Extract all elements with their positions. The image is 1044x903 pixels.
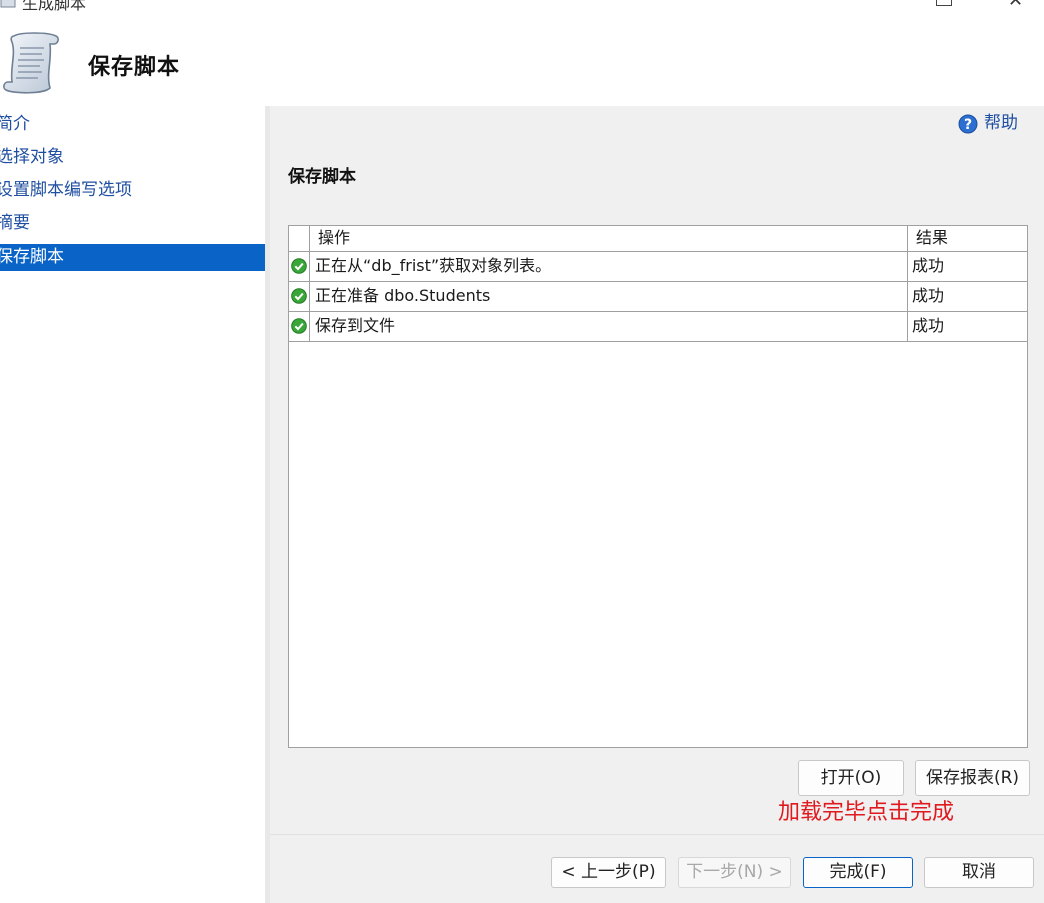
annotation-note: 加载完毕点击完成 [778, 800, 955, 825]
column-header-action: 操作 [310, 226, 908, 251]
sidebar-item-save-script[interactable]: 保存脚本 [0, 244, 265, 271]
success-check-icon [291, 288, 307, 304]
sidebar-item-scripting-options[interactable]: 设置脚本编写选项 [0, 177, 265, 204]
results-table: 操作 结果 正在从“db_frist”获取对象列表。 成功 正在准备 dbo.S… [288, 225, 1028, 748]
page-title: 保存脚本 [88, 55, 181, 80]
table-row: 正在从“db_frist”获取对象列表。 成功 [289, 252, 1027, 282]
help-label: 帮助 [984, 113, 1018, 133]
sidebar-item-label: 选择对象 [0, 147, 64, 167]
app-icon [0, 0, 16, 8]
wizard-footer: < 上一步(P) 下一步(N) > 完成(F) 取消 [270, 834, 1044, 903]
row-result: 成功 [912, 256, 945, 275]
sidebar-item-intro[interactable]: 简介 [0, 111, 265, 138]
table-header: 操作 结果 [289, 226, 1027, 252]
close-button[interactable]: ✕ [1008, 0, 1023, 11]
table-row: 保存到文件 成功 [289, 312, 1027, 342]
help-icon: ? [958, 114, 978, 134]
sidebar-item-label: 摘要 [0, 213, 30, 233]
wizard-header: 保存脚本 [0, 12, 1044, 106]
sidebar-item-label: 简介 [0, 114, 30, 134]
row-action: 正在准备 dbo.Students [310, 282, 908, 311]
row-action: 保存到文件 [310, 312, 908, 341]
next-button[interactable]: 下一步(N) > [678, 857, 791, 888]
sidebar-item-label: 设置脚本编写选项 [0, 180, 132, 200]
sidebar-item-summary[interactable]: 摘要 [0, 210, 265, 237]
main-panel: ? 帮助 保存脚本 操作 结果 正在从“db_frist”获取对象列表。 成功 [270, 106, 1044, 834]
header-icon-cell [289, 226, 310, 251]
row-result: 成功 [912, 316, 945, 335]
scroll-icon [3, 32, 59, 94]
sidebar-item-choose-objects[interactable]: 选择对象 [0, 144, 265, 171]
cancel-button[interactable]: 取消 [924, 857, 1034, 888]
row-action: 正在从“db_frist”获取对象列表。 [310, 252, 908, 281]
svg-text:?: ? [964, 117, 972, 133]
save-report-button[interactable]: 保存报表(R) [915, 760, 1030, 796]
window-title: 生成脚本 [22, 0, 87, 12]
success-check-icon [291, 318, 307, 334]
section-title: 保存脚本 [288, 167, 356, 187]
table-row: 正在准备 dbo.Students 成功 [289, 282, 1027, 312]
wizard-sidebar: 简介 选择对象 设置脚本编写选项 摘要 保存脚本 [0, 106, 265, 903]
previous-button[interactable]: < 上一步(P) [551, 857, 666, 888]
column-header-result: 结果 [916, 228, 949, 247]
success-check-icon [291, 258, 307, 274]
title-bar: 生成脚本 ✕ [0, 0, 1044, 12]
row-result: 成功 [912, 286, 945, 305]
open-button[interactable]: 打开(O) [798, 760, 904, 796]
finish-button[interactable]: 完成(F) [803, 857, 913, 888]
maximize-button[interactable] [936, 0, 952, 6]
sidebar-item-label: 保存脚本 [0, 247, 64, 267]
